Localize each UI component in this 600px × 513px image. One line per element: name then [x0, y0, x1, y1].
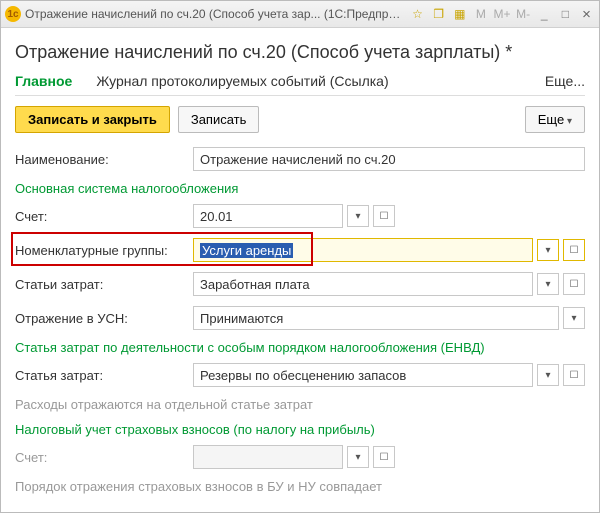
nom-groups-dropdown-button[interactable]: ▾ [537, 239, 559, 261]
titlebar: 1c Отражение начислений по сч.20 (Способ… [1, 1, 599, 28]
usn-value: Принимаются [200, 311, 283, 326]
window-title: Отражение начислений по сч.20 (Способ уч… [25, 7, 405, 21]
row-usn: Отражение в УСН: Принимаются ▾ [15, 306, 585, 330]
tab-main[interactable]: Главное [15, 73, 72, 89]
label-name: Наименование: [15, 152, 193, 167]
section-envd: Статья затрат по деятельности с особым п… [15, 340, 585, 355]
label-nom-groups: Номенклатурные группы: [15, 243, 193, 258]
account-value: 20.01 [200, 209, 233, 224]
cost-items-dropdown-button[interactable]: ▾ [537, 273, 559, 295]
mem-m-button[interactable]: M [472, 5, 489, 23]
row-cost-items: Статьи затрат: Заработная плата ▾ ☐ [15, 272, 585, 296]
account2-open-button[interactable]: ☐ [373, 446, 395, 468]
tab-more[interactable]: Еще... [545, 73, 585, 89]
tab-journal[interactable]: Журнал протоколируемых событий (Ссылка) [96, 73, 388, 89]
name-input[interactable]: Отражение начислений по сч.20 [193, 147, 585, 171]
section-tax: Налоговый учет страховых взносов (по нал… [15, 422, 585, 437]
write-and-close-button[interactable]: Записать и закрыть [15, 106, 170, 133]
section-osn: Основная система налогообложения [15, 181, 585, 196]
cost-items-value: Заработная плата [200, 277, 310, 292]
nom-groups-input[interactable]: Услуги аренды [193, 238, 533, 262]
toolbar-more-button[interactable]: Еще [525, 106, 585, 133]
app-window: 1c Отражение начислений по сч.20 (Способ… [0, 0, 600, 513]
usn-input[interactable]: Принимаются [193, 306, 559, 330]
toolbar: Записать и закрыть Записать Еще [15, 106, 585, 133]
label-cost-item-envd: Статья затрат: [15, 368, 193, 383]
cost-item-envd-dropdown-button[interactable]: ▾ [537, 364, 559, 386]
nom-groups-open-button[interactable]: ☐ [563, 239, 585, 261]
maximize-icon[interactable]: □ [557, 5, 574, 23]
close-icon[interactable]: × [578, 5, 595, 23]
app-icon: 1c [5, 6, 21, 22]
name-value: Отражение начислений по сч.20 [200, 152, 396, 167]
row-name: Наименование: Отражение начислений по сч… [15, 147, 585, 171]
calc-icon[interactable]: ▦ [451, 5, 468, 23]
nom-groups-value: Услуги аренды [200, 243, 293, 258]
row-cost-item-envd: Статья затрат: Резервы по обесценению за… [15, 363, 585, 387]
envd-note: Расходы отражаются на отдельной статье з… [15, 397, 585, 412]
account2-input[interactable] [193, 445, 343, 469]
row-account2: Счет: ▾ ☐ [15, 445, 585, 469]
row-account: Счет: 20.01 ▾ ☐ [15, 204, 585, 228]
content-area: Отражение начислений по сч.20 (Способ уч… [1, 28, 599, 508]
minimize-icon[interactable]: _ [536, 5, 553, 23]
cost-item-envd-input[interactable]: Резервы по обесценению запасов [193, 363, 533, 387]
mem-mplus-button[interactable]: M+ [493, 5, 510, 23]
page-title: Отражение начислений по сч.20 (Способ уч… [15, 42, 585, 63]
cost-item-envd-open-button[interactable]: ☐ [563, 364, 585, 386]
cost-items-open-button[interactable]: ☐ [563, 273, 585, 295]
account-dropdown-button[interactable]: ▾ [347, 205, 369, 227]
account2-dropdown-button[interactable]: ▾ [347, 446, 369, 468]
account-input[interactable]: 20.01 [193, 204, 343, 228]
row-nom-groups: Номенклатурные группы: Услуги аренды ▾ ☐ [15, 238, 585, 262]
copy-icon[interactable]: ❐ [430, 5, 447, 23]
cost-items-input[interactable]: Заработная плата [193, 272, 533, 296]
label-usn: Отражение в УСН: [15, 311, 193, 326]
mem-mminus-button[interactable]: M- [515, 5, 532, 23]
tabs-row: Главное Журнал протоколируемых событий (… [15, 73, 585, 96]
write-button[interactable]: Записать [178, 106, 260, 133]
fav-icon[interactable]: ☆ [409, 5, 426, 23]
cost-item-envd-value: Резервы по обесценению запасов [200, 368, 406, 383]
label-account: Счет: [15, 209, 193, 224]
label-cost-items: Статьи затрат: [15, 277, 193, 292]
tax-note: Порядок отражения страховых взносов в БУ… [15, 479, 585, 494]
label-account2: Счет: [15, 450, 193, 465]
usn-dropdown-button[interactable]: ▾ [563, 307, 585, 329]
account-open-button[interactable]: ☐ [373, 205, 395, 227]
